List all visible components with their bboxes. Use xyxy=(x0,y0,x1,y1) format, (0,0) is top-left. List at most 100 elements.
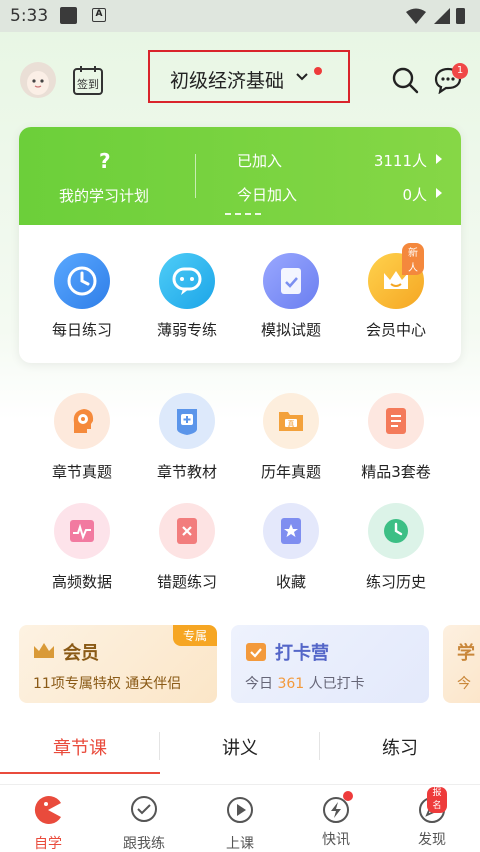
chat-bubble-icon xyxy=(159,253,215,309)
nav-self-study[interactable]: 自学 xyxy=(0,795,96,852)
plan-label: 我的学习计划 xyxy=(59,187,150,205)
wifi-icon xyxy=(406,8,426,24)
grid-label: 章节真题 xyxy=(51,463,112,481)
joined-label: 已加入 xyxy=(237,152,283,170)
today-arrow-icon[interactable] xyxy=(435,188,443,198)
grid-past-exams[interactable]: 真 历年真题 xyxy=(241,393,341,482)
quick-label: 薄弱专练 xyxy=(156,321,217,339)
nav-discover[interactable]: 报名 发现 xyxy=(384,787,480,849)
bottom-nav: 自学 跟我练 上课 快讯 报名 发现 xyxy=(0,784,480,852)
notification-square-icon xyxy=(60,7,77,24)
exam-title: 初级经济基础 xyxy=(170,70,285,92)
grid-label: 章节教材 xyxy=(156,463,217,481)
study-plan-banner[interactable]: ? 我的学习计划 已加入 3111人 今日加入 0人 xyxy=(19,127,461,225)
grid-favorites[interactable]: 收藏 xyxy=(241,503,341,592)
checklist-icon xyxy=(368,393,424,449)
nav-label: 上课 xyxy=(226,836,254,852)
wrong-doc-icon xyxy=(159,503,215,559)
pulse-chart-icon xyxy=(54,503,110,559)
status-time: 5:33 xyxy=(10,6,49,26)
nav-follow-practice[interactable]: 跟我练 xyxy=(96,795,192,852)
status-bar: 5:33 A xyxy=(0,0,480,32)
nav-news[interactable]: 快讯 xyxy=(288,791,384,849)
exclusive-tag: 专属 xyxy=(172,625,217,646)
joined-arrow-icon[interactable] xyxy=(435,154,443,164)
signal-icon xyxy=(434,8,450,24)
folder-icon: 真 xyxy=(263,393,319,449)
history-clock-icon xyxy=(368,503,424,559)
nav-label: 跟我练 xyxy=(123,836,165,852)
discover-icon-wrap: 报名 xyxy=(417,787,447,825)
content-tabs: 章节课 讲义 练习 xyxy=(0,722,480,774)
quick-label: 会员中心 xyxy=(365,321,426,339)
grid-frequent-data[interactable]: 高频数据 xyxy=(32,503,132,592)
play-circle-icon xyxy=(227,797,253,823)
signup-badge: 报名 xyxy=(427,787,447,813)
search-icon[interactable] xyxy=(391,66,419,94)
camp-count: 361 xyxy=(277,676,305,692)
grid-chapter-textbook[interactable]: 章节教材 xyxy=(137,393,237,482)
study-plan-card: ? 我的学习计划 已加入 3111人 今日加入 0人 每日练习 薄弱专练 模拟试… xyxy=(19,127,461,363)
grid-label: 高频数据 xyxy=(51,573,112,591)
plan-divider xyxy=(195,154,196,198)
nav-label: 快讯 xyxy=(322,832,350,848)
book-plus-icon xyxy=(159,393,215,449)
grid-wrong-questions[interactable]: 错题练习 xyxy=(137,503,237,592)
pacman-icon xyxy=(34,796,61,824)
grid-label: 收藏 xyxy=(275,573,306,591)
third-subtitle: 今 xyxy=(457,676,471,692)
camp-prefix: 今日 xyxy=(245,676,278,692)
camp-title: 打卡营 xyxy=(275,643,329,664)
quick-member-center[interactable]: 新人 会员中心 xyxy=(346,243,446,340)
third-promo-card[interactable]: 学 今 xyxy=(443,625,480,703)
today-value: 0人 xyxy=(402,186,427,204)
gear-head-icon xyxy=(54,393,110,449)
grid-label: 错题练习 xyxy=(156,573,217,591)
exam-selector[interactable]: 初级经济基础 xyxy=(148,50,350,103)
quick-weak-practice[interactable]: 薄弱专练 xyxy=(137,253,237,340)
nav-label: 发现 xyxy=(418,832,446,848)
active-tab-underline xyxy=(0,772,160,774)
svg-text:真: 真 xyxy=(288,419,295,428)
news-dot xyxy=(343,791,353,801)
checkin-camp-card[interactable]: 打卡营 今日 361 人已打卡 xyxy=(231,625,429,703)
message-count-badge: 1 xyxy=(452,63,468,79)
notification-a-icon: A xyxy=(92,8,106,22)
grid-chapter-questions[interactable]: 章节真题 xyxy=(32,393,132,482)
quick-label: 模拟试题 xyxy=(260,321,321,339)
avatar[interactable] xyxy=(20,62,56,98)
grid-label: 练习历史 xyxy=(365,573,426,591)
today-label: 今日加入 xyxy=(237,186,298,204)
nav-label: 自学 xyxy=(34,836,62,852)
checkin-button[interactable]: 签到 xyxy=(72,64,104,96)
quick-label: 每日练习 xyxy=(51,321,112,339)
grid-premium-papers[interactable]: 精品3套卷 xyxy=(346,393,446,482)
status-icons xyxy=(406,8,465,24)
chevron-down-icon xyxy=(296,73,308,81)
tab-handouts[interactable]: 讲义 xyxy=(160,734,320,760)
checkin-label: 签到 xyxy=(77,78,99,91)
check-bubble-icon xyxy=(131,796,157,822)
member-promo-card[interactable]: 会员 11项专属特权 通关伴侣 专属 xyxy=(19,625,217,703)
pager-dashes xyxy=(225,213,261,215)
camp-suffix: 人已打卡 xyxy=(304,676,365,692)
grid-label: 历年真题 xyxy=(260,463,321,481)
news-icon-wrap xyxy=(321,791,353,825)
new-user-badge: 新人 xyxy=(402,243,424,275)
calendar-check-icon xyxy=(246,643,266,661)
third-title: 学 xyxy=(457,643,475,664)
battery-icon xyxy=(456,8,465,24)
nav-class[interactable]: 上课 xyxy=(192,795,288,852)
tab-chapter-course[interactable]: 章节课 xyxy=(0,734,160,760)
joined-value: 3111人 xyxy=(373,152,427,170)
exam-paper-icon xyxy=(263,253,319,309)
star-doc-icon xyxy=(263,503,319,559)
member-subtitle: 11项专属特权 通关伴侣 xyxy=(33,676,182,692)
member-title: 会员 xyxy=(63,643,99,664)
quick-daily-practice[interactable]: 每日练习 xyxy=(32,253,132,340)
grid-practice-history[interactable]: 练习历史 xyxy=(346,503,446,592)
crown-icon: 新人 xyxy=(368,243,424,309)
quick-mock-exam[interactable]: 模拟试题 xyxy=(241,253,341,340)
grid-label: 精品3套卷 xyxy=(361,463,431,481)
tab-practice[interactable]: 练习 xyxy=(320,734,480,760)
